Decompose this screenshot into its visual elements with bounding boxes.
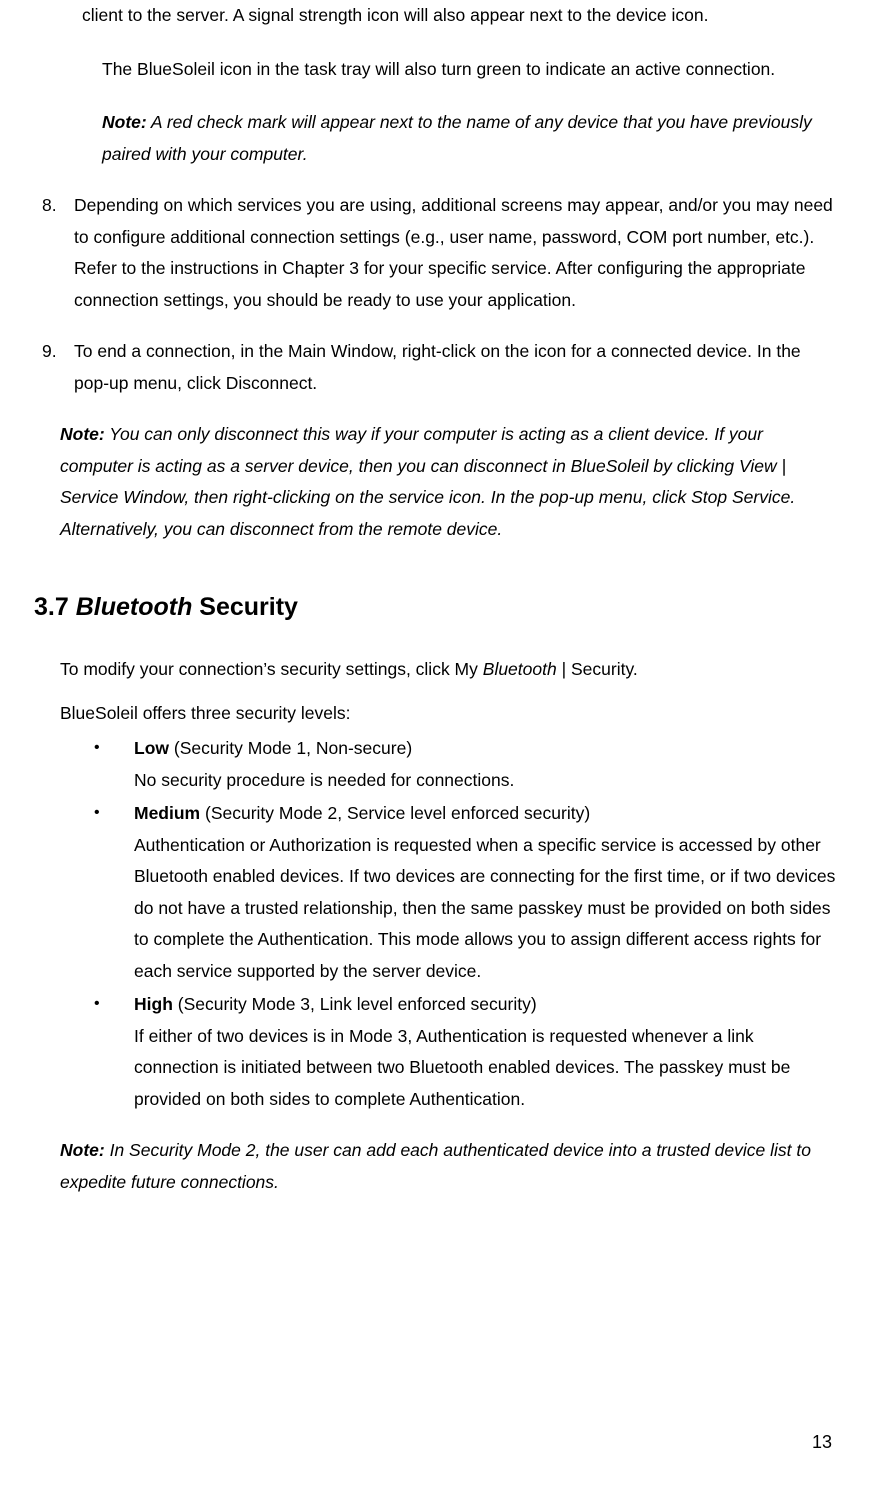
text-pre: To modify your connection’s security set… bbox=[60, 659, 483, 679]
text-post: | Security. bbox=[557, 659, 638, 679]
task-tray-paragraph: The BlueSoleil icon in the task tray wil… bbox=[102, 54, 836, 86]
note-disconnect: Note: You can only disconnect this way i… bbox=[60, 419, 834, 545]
note-label: Note: bbox=[102, 112, 147, 132]
bullet-desc: If either of two devices is in Mode 3, A… bbox=[134, 1026, 790, 1109]
step-9: 9. To end a connection, in the Main Wind… bbox=[34, 336, 836, 399]
step-8: 8. Depending on which services you are u… bbox=[34, 190, 836, 316]
note-text: You can only disconnect this way if your… bbox=[60, 424, 795, 539]
bullet-desc: No security procedure is needed for conn… bbox=[134, 770, 514, 790]
security-intro-paragraph: To modify your connection’s security set… bbox=[60, 654, 836, 686]
heading-italic: Bluetooth bbox=[76, 593, 193, 621]
bullet-title: High bbox=[134, 994, 173, 1014]
note-security-mode-2: Note: In Security Mode 2, the user can a… bbox=[60, 1135, 834, 1198]
text-italic: Bluetooth bbox=[483, 659, 557, 679]
list-item: • Medium (Security Mode 2, Service level… bbox=[94, 798, 836, 987]
list-item: • High (Security Mode 3, Link level enfo… bbox=[94, 989, 836, 1115]
note-label: Note: bbox=[60, 424, 105, 444]
body-text: The BlueSoleil icon in the task tray wil… bbox=[102, 59, 775, 79]
note-text: In Security Mode 2, the user can add eac… bbox=[60, 1140, 811, 1192]
bullet-icon: • bbox=[94, 799, 134, 988]
bullet-title: Low bbox=[134, 738, 169, 758]
bullet-paren: (Security Mode 3, Link level enforced se… bbox=[173, 994, 537, 1014]
bullet-title: Medium bbox=[134, 803, 200, 823]
heading-number: 3.7 bbox=[34, 593, 76, 621]
step-number: 9. bbox=[34, 336, 74, 399]
step-body: To end a connection, in the Main Window,… bbox=[74, 336, 836, 399]
bullet-paren: (Security Mode 2, Service level enforced… bbox=[200, 803, 590, 823]
bullet-desc: Authentication or Authorization is reque… bbox=[134, 835, 835, 981]
step-body: Depending on which services you are usin… bbox=[74, 190, 836, 316]
bullet-icon: • bbox=[94, 734, 134, 797]
prev-page-continuation: client to the server. A signal strength … bbox=[82, 0, 836, 32]
note-text: A red check mark will appear next to the… bbox=[102, 112, 812, 164]
security-levels-list: • Low (Security Mode 1, Non-secure) No s… bbox=[94, 733, 836, 1115]
heading-rest: Security bbox=[192, 593, 298, 621]
body-text: client to the server. A signal strength … bbox=[82, 5, 708, 25]
note-red-checkmark: Note: A red check mark will appear next … bbox=[102, 107, 836, 170]
bullet-paren: (Security Mode 1, Non-secure) bbox=[169, 738, 412, 758]
step-number: 8. bbox=[34, 190, 74, 316]
page-number: 13 bbox=[812, 1426, 832, 1458]
note-label: Note: bbox=[60, 1140, 105, 1160]
bullet-icon: • bbox=[94, 990, 134, 1116]
list-item: • Low (Security Mode 1, Non-secure) No s… bbox=[94, 733, 836, 796]
security-levels-label: BlueSoleil offers three security levels: bbox=[60, 698, 836, 730]
section-heading-3-7: 3.7 Bluetooth Security bbox=[34, 585, 836, 630]
